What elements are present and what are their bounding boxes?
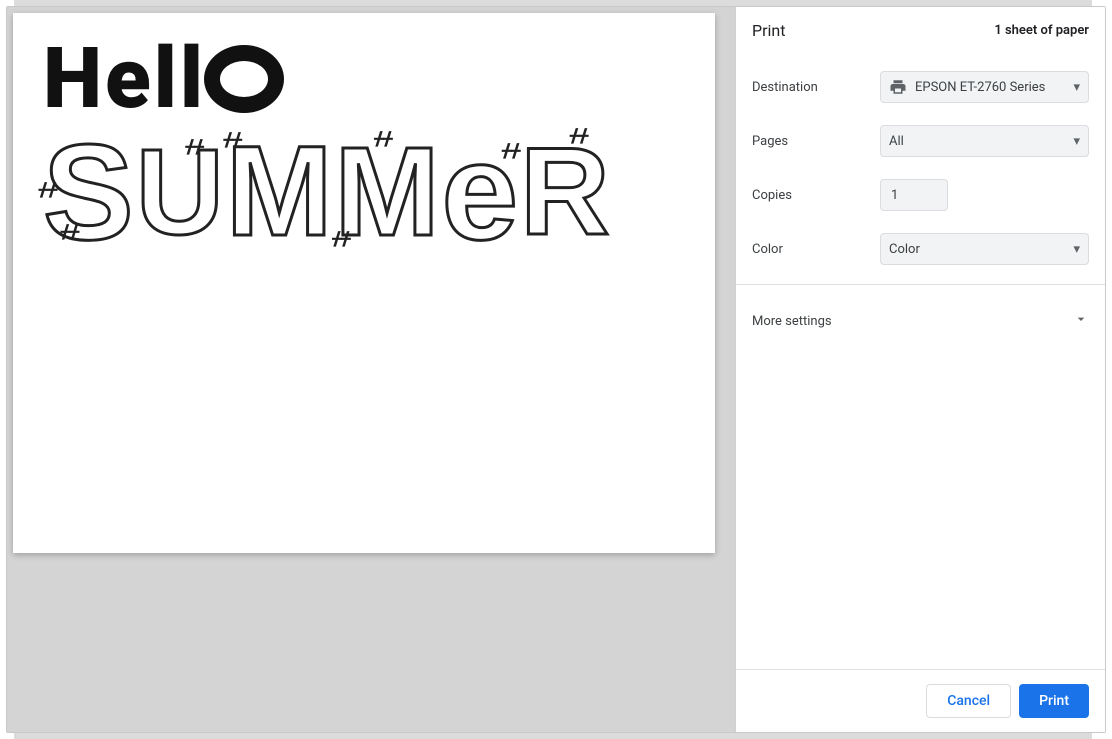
color-value: Color [889,242,920,257]
summer-letter-r: RRᚋᚋ [520,130,610,254]
panel-header: Print 1 sheet of paper [736,7,1105,60]
preview-hello-o-letter [204,45,284,113]
summer-letter-s: SSᚋᚋᚋᚋ [43,124,134,260]
color-label: Color [752,242,880,257]
summer-letter-m1: MMᚋᚋ [226,128,333,256]
print-button[interactable]: Print [1019,684,1089,718]
more-settings-label: More settings [752,314,832,329]
summer-letter-m2: MMᚋᚋᚋᚋ [334,129,439,255]
pages-label: Pages [752,134,880,149]
print-preview-page: Hell SSᚋᚋᚋᚋ UUᚋᚋ MMᚋᚋ MMᚋᚋᚋᚋ eeᚋᚋ RRᚋᚋ [13,13,715,553]
row-pages: Pages All ▾ [736,114,1105,168]
summer-letter-e: eeᚋᚋ [441,123,518,261]
spacer [736,349,1105,669]
print-dialog: Hell SSᚋᚋᚋᚋ UUᚋᚋ MMᚋᚋ MMᚋᚋᚋᚋ eeᚋᚋ RRᚋᚋ P… [6,6,1106,733]
caret-down-icon: ▾ [1073,80,1080,95]
printer-icon [889,78,907,96]
copies-input[interactable] [880,179,948,211]
destination-select[interactable]: EPSON ET-2760 Series ▾ [880,71,1089,103]
preview-hello-text: Hell [43,39,685,117]
sheet-count: 1 sheet of paper [994,23,1089,38]
summer-letter-u: UUᚋᚋ [136,131,224,253]
pages-value: All [889,134,904,149]
copies-label: Copies [752,188,880,203]
destination-label: Destination [752,80,880,95]
more-settings-toggle[interactable]: More settings [736,293,1105,349]
pages-select[interactable]: All ▾ [880,125,1089,157]
caret-down-icon: ▾ [1073,134,1080,149]
row-color: Color Color ▾ [736,222,1105,276]
panel-title: Print [752,21,785,40]
print-settings-panel: Print 1 sheet of paper Destination EPSON… [736,7,1105,732]
dialog-footer: Cancel Print [736,669,1105,732]
row-copies: Copies [736,168,1105,222]
caret-down-icon: ▾ [1073,242,1080,257]
row-destination: Destination EPSON ET-2760 Series ▾ [736,60,1105,114]
divider [736,284,1105,285]
print-preview-area: Hell SSᚋᚋᚋᚋ UUᚋᚋ MMᚋᚋ MMᚋᚋᚋᚋ eeᚋᚋ RRᚋᚋ [7,7,736,732]
preview-summer-word: SSᚋᚋᚋᚋ UUᚋᚋ MMᚋᚋ MMᚋᚋᚋᚋ eeᚋᚋ RRᚋᚋ [43,123,685,261]
cancel-button[interactable]: Cancel [926,684,1011,718]
destination-value: EPSON ET-2760 Series [915,80,1045,95]
preview-hello-prefix: Hell [43,29,206,128]
color-select[interactable]: Color ▾ [880,233,1089,265]
chevron-down-icon [1073,311,1089,331]
